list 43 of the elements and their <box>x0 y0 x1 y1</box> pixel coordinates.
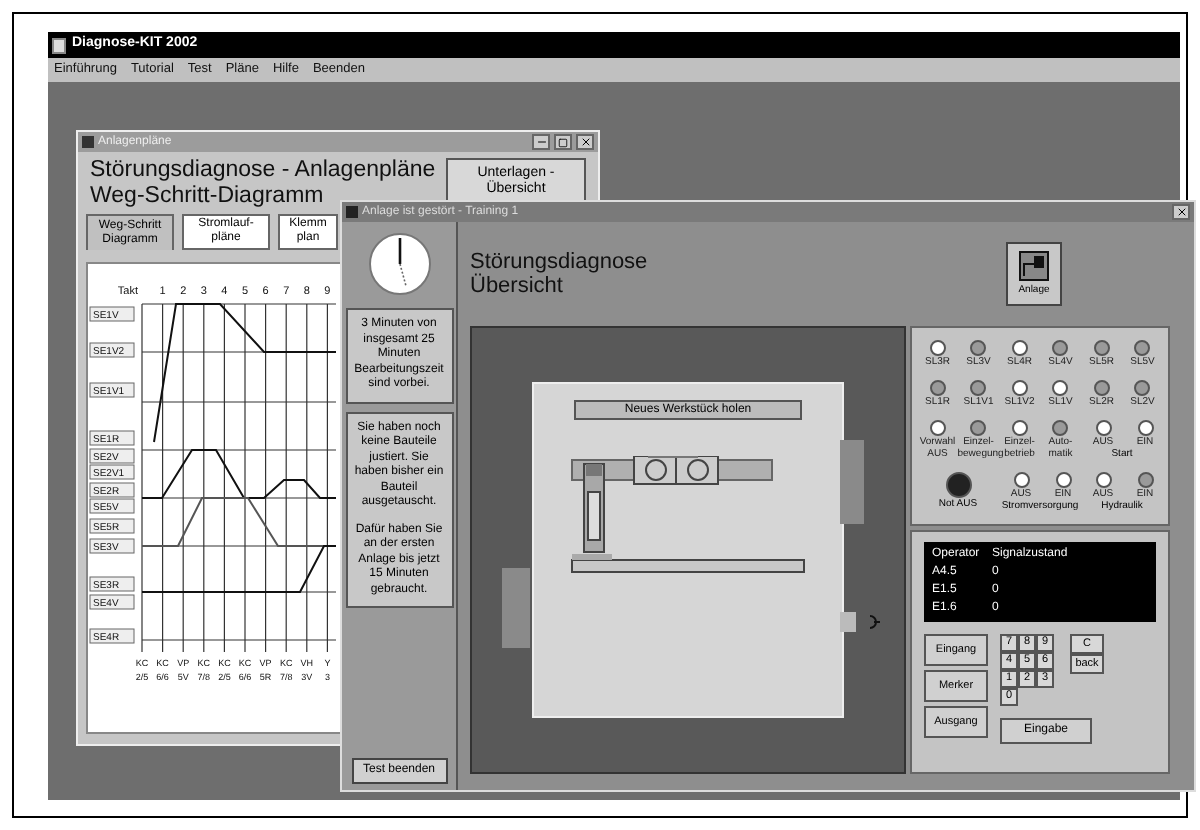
indicator-lamp[interactable] <box>1134 380 1151 396</box>
indicator-lamp[interactable] <box>970 420 987 436</box>
indicator-lamp[interactable] <box>1093 380 1110 396</box>
emergency-stop-button[interactable] <box>945 472 971 498</box>
maximize-button[interactable] <box>554 134 572 150</box>
close-icon <box>1175 206 1187 218</box>
indicator-lamp[interactable] <box>1134 340 1151 356</box>
minimize-icon <box>535 136 547 148</box>
close-button[interactable] <box>576 134 594 150</box>
indicator-lamp[interactable] <box>1011 380 1028 396</box>
side-block <box>840 440 864 524</box>
indicator-lamp[interactable] <box>1095 420 1111 436</box>
indicator-lamp[interactable] <box>929 340 946 356</box>
indicator-lamp[interactable] <box>970 380 987 396</box>
indicator-lamp[interactable] <box>1013 472 1029 488</box>
app-icon <box>82 136 94 148</box>
indicator-lamp[interactable] <box>1055 472 1071 488</box>
close-button[interactable] <box>1172 204 1190 220</box>
indicator-lamp[interactable] <box>929 380 946 396</box>
app-icon <box>52 37 66 53</box>
indicator-lamp[interactable] <box>1093 340 1110 356</box>
close-icon <box>579 136 591 148</box>
page-heading: Störungsdiagnose <box>470 250 648 274</box>
indicator-lamp[interactable] <box>1095 472 1111 488</box>
indicator-lamp[interactable] <box>1052 380 1069 396</box>
indicator-lamp[interactable] <box>1011 340 1028 356</box>
indicator-lamp[interactable] <box>1137 420 1153 436</box>
side-block <box>840 612 856 632</box>
hook-icon <box>868 614 884 630</box>
side-block <box>502 568 530 648</box>
clock-icon <box>367 232 431 296</box>
indicator-lamp[interactable] <box>1052 340 1069 356</box>
indicator-lamp[interactable] <box>929 420 946 436</box>
indicator-lamp[interactable] <box>970 340 987 356</box>
minimize-button[interactable] <box>532 134 550 150</box>
indicator-lamp[interactable] <box>1011 420 1028 436</box>
maximize-icon <box>558 137 568 147</box>
indicator-lamp[interactable] <box>1052 420 1069 436</box>
plant-icon <box>1018 249 1050 282</box>
page-heading: Störungsdiagnose - Anlagenpläne <box>90 158 436 184</box>
page-heading: Übersicht <box>470 274 565 298</box>
indicator-lamp[interactable] <box>1137 472 1153 488</box>
app-icon <box>346 206 358 218</box>
